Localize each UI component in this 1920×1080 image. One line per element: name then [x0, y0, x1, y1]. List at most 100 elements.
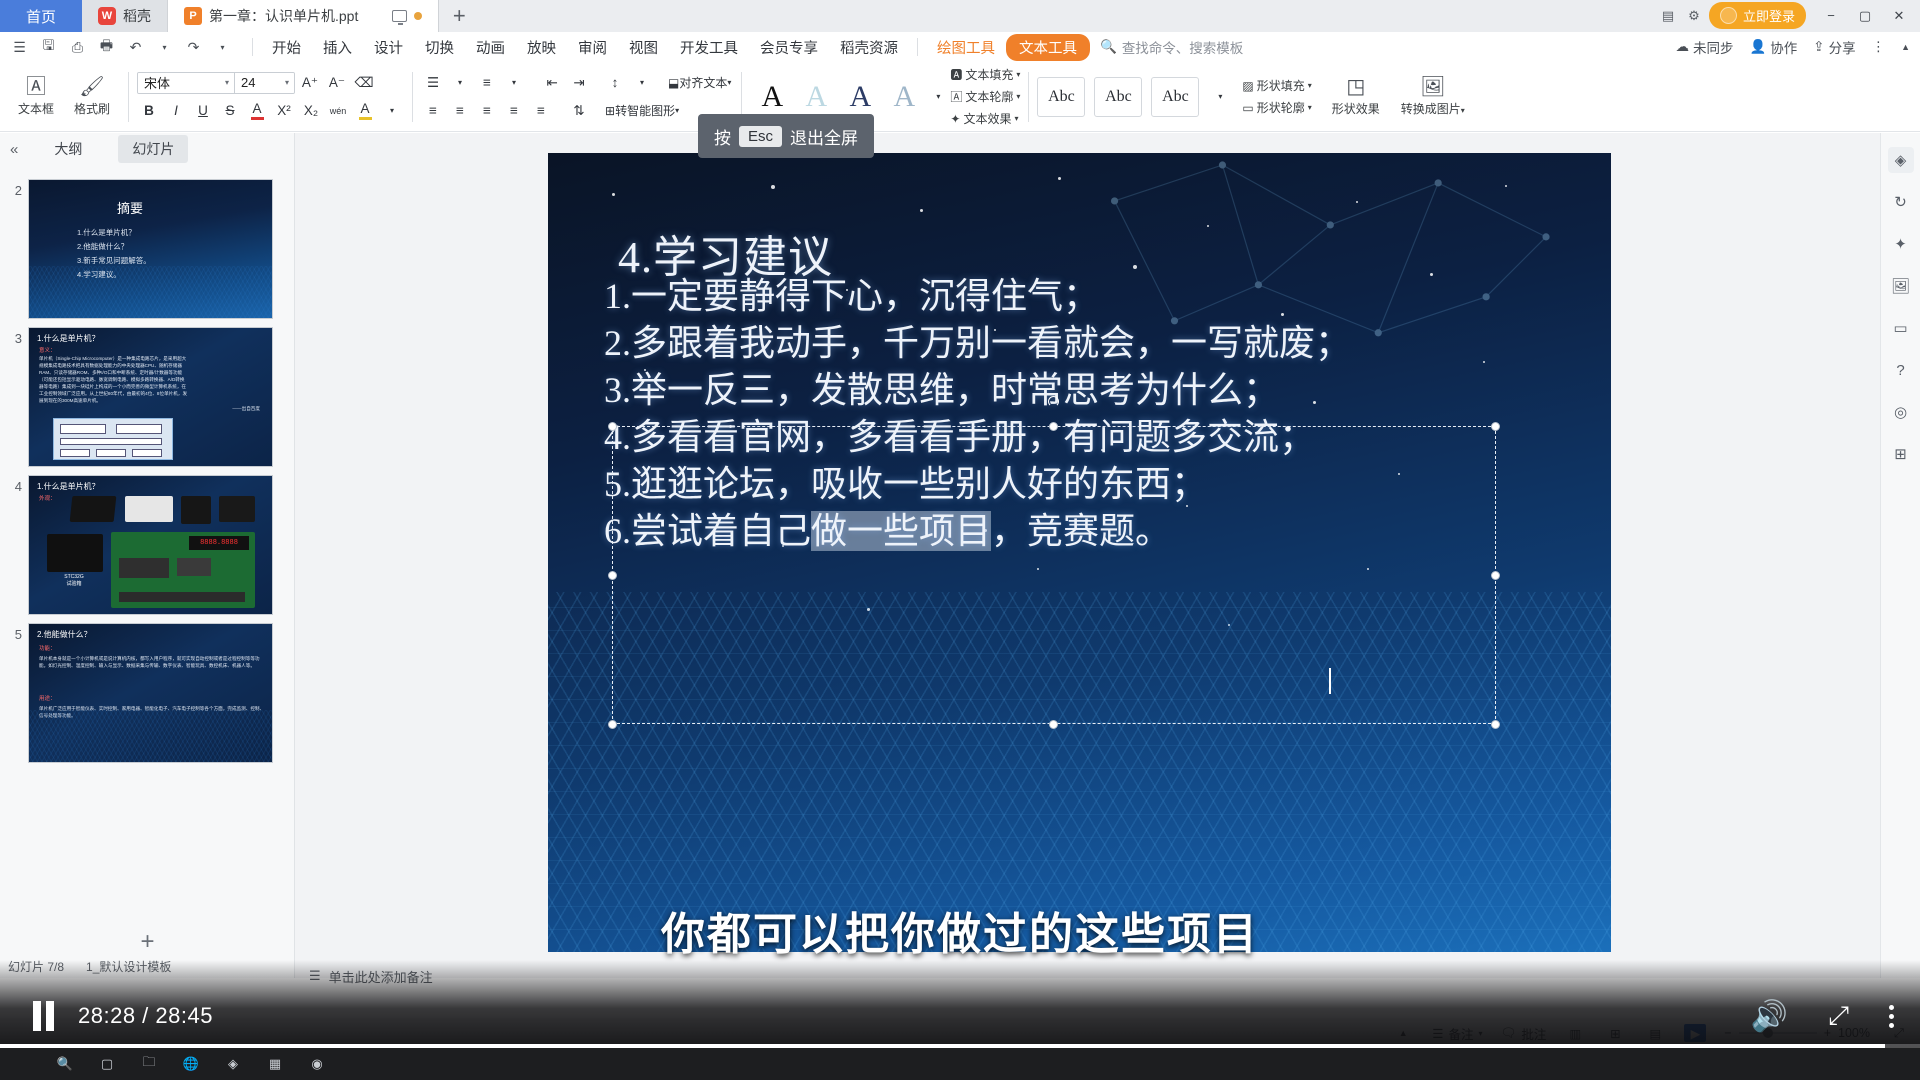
undo-dropdown-icon[interactable]: ▾: [151, 34, 178, 60]
pause-button[interactable]: [26, 999, 60, 1033]
chevron-up-icon[interactable]: ▲: [1901, 42, 1910, 52]
italic-button[interactable]: I: [164, 99, 188, 122]
numbering-caret-icon[interactable]: ▾: [502, 71, 526, 94]
rotate-handle[interactable]: [1048, 396, 1059, 407]
image-icon[interactable]: 🖼: [1888, 273, 1914, 299]
resize-handle-nw[interactable]: [608, 422, 617, 431]
align-text-button[interactable]: ⬓ 对齐文本 ▾: [666, 71, 733, 94]
menu-tab-resources[interactable]: 稻壳资源: [829, 33, 909, 62]
resize-handle-ne[interactable]: [1491, 422, 1500, 431]
wordart-style-2[interactable]: A: [794, 75, 838, 119]
menu-tab-member[interactable]: 会员专享: [749, 33, 829, 62]
strikethrough-button[interactable]: S: [218, 99, 242, 122]
numbering-button[interactable]: ≡: [475, 71, 499, 94]
chevron-down-icon[interactable]: ▾: [285, 78, 289, 87]
volume-icon[interactable]: 🔊: [1751, 999, 1788, 1034]
share-button[interactable]: ⇪ 分享: [1813, 37, 1855, 57]
resize-handle-e[interactable]: [1491, 571, 1500, 580]
resize-handle-se[interactable]: [1491, 720, 1500, 729]
chevron-down-icon[interactable]: ▾: [225, 78, 229, 87]
customize-icon[interactable]: ▾: [209, 34, 236, 60]
exit-fullscreen-icon[interactable]: ⤢: [1828, 1000, 1849, 1032]
font-size-input[interactable]: 24 ▾: [234, 72, 294, 93]
menu-tab-text-tools[interactable]: 文本工具: [1006, 33, 1090, 61]
sync-status[interactable]: ☁ 未同步: [1675, 37, 1733, 57]
wps-menu-icon[interactable]: ☰: [6, 34, 33, 60]
thumbnail-preview[interactable]: 1.什么是单片机？ 意义： 单片机（Single-Chip Microcompu…: [28, 327, 273, 467]
redo-icon[interactable]: ↷: [180, 34, 207, 60]
shape-style-3[interactable]: Abc: [1151, 76, 1200, 117]
new-tab-button[interactable]: +: [439, 0, 479, 32]
highlight-button[interactable]: A: [353, 99, 377, 122]
menu-tab-developer[interactable]: 开发工具: [669, 33, 749, 62]
text-outline-row[interactable]: 🄰 文本轮廓 ▾: [950, 88, 1020, 105]
close-button[interactable]: ✕: [1884, 4, 1914, 28]
menu-tab-start[interactable]: 开始: [261, 33, 312, 62]
browser-icon[interactable]: 🌐: [180, 1053, 202, 1075]
tab-outline[interactable]: 大纲: [40, 135, 96, 163]
underline-button[interactable]: U: [191, 99, 215, 122]
resize-handle-w[interactable]: [608, 571, 617, 580]
pinyin-button[interactable]: wén: [326, 99, 350, 122]
thumbnail-item[interactable]: 3 1.什么是单片机？ 意义： 单片机（Single-Chip Microcom…: [0, 323, 295, 471]
convert-smartart-button[interactable]: ⊞ 转智能图形 ▾: [603, 99, 681, 122]
tab-presentation-file[interactable]: P 第一章：认识单片机.ppt: [168, 0, 440, 32]
collaborate-button[interactable]: 👤 协作: [1749, 37, 1797, 57]
shape-style-2[interactable]: Abc: [1094, 76, 1143, 117]
grow-font-button[interactable]: A⁺: [298, 71, 322, 94]
thumbnail-preview[interactable]: 2.他能做什么？ 功能： 单片机本身就是一个小计算机或是说计算机内核，都写入用户…: [28, 623, 273, 763]
more-vertical-icon[interactable]: [1889, 1004, 1894, 1028]
resize-handle-n[interactable]: [1049, 422, 1058, 431]
search-command[interactable]: 🔍 查找命令、搜索模板: [1100, 37, 1243, 57]
explorer-icon[interactable]: 🗀: [138, 1053, 160, 1075]
resize-handle-s[interactable]: [1049, 720, 1058, 729]
player-progress-track[interactable]: [0, 1044, 1920, 1048]
menu-tab-drawing-tools[interactable]: 绘图工具: [926, 33, 1006, 62]
shape-effect-button[interactable]: ◳ 形状效果: [1320, 66, 1392, 128]
more-menu-icon[interactable]: ⋮: [1872, 39, 1886, 55]
format-painter-button[interactable]: 🖌 格式刷: [64, 66, 120, 128]
thumbnail-preview[interactable]: 摘要 1.什么是单片机？ 2.他能做什么？ 3.新手常见问题解答。 4.学习建议…: [28, 179, 273, 319]
wordart-style-4[interactable]: A: [882, 75, 926, 119]
menu-tab-design[interactable]: 设计: [363, 33, 414, 62]
indent-decrease-button[interactable]: ⇤: [540, 71, 564, 94]
tab-settings-icon[interactable]: ⚙: [1683, 6, 1705, 26]
thumbnail-list[interactable]: 2 摘要 1.什么是单片机？ 2.他能做什么？ 3.新手常见问题解答。 4.学习…: [0, 175, 295, 926]
taskview-icon[interactable]: ▢: [96, 1053, 118, 1075]
app-icon[interactable]: ◈: [222, 1053, 244, 1075]
wordart-style-3[interactable]: A: [838, 75, 882, 119]
undo-icon[interactable]: ↶: [122, 34, 149, 60]
text-effect-row[interactable]: ✦ 文本效果 ▾: [950, 110, 1020, 127]
tab-daoke[interactable]: W 稻壳: [82, 0, 168, 32]
app-icon[interactable]: ◉: [306, 1053, 328, 1075]
thumbnail-item[interactable]: 2 摘要 1.什么是单片机？ 2.他能做什么？ 3.新手常见问题解答。 4.学习…: [0, 175, 295, 323]
font-name-input[interactable]: 宋体 ▾: [138, 72, 234, 93]
thumbnail-item[interactable]: 4 1.什么是单片机？ 外观： 8888.8888 STC32G 试验箱: [0, 471, 295, 619]
save-icon[interactable]: 🖫: [35, 34, 62, 60]
wordart-style-1[interactable]: A: [750, 75, 794, 119]
layout-toggle-icon[interactable]: ▤: [1657, 6, 1679, 26]
shell-icon[interactable]: ◈: [1887, 147, 1914, 173]
text-fill-row[interactable]: 🅰 文本填充 ▾: [950, 66, 1020, 83]
history-icon[interactable]: ↻: [1888, 189, 1914, 215]
textbox-button[interactable]: 🄰 文本框: [8, 66, 64, 128]
maximize-button[interactable]: ▢: [1850, 4, 1880, 28]
thumbnail-preview[interactable]: 1.什么是单片机？ 外观： 8888.8888 STC32G 试验箱: [28, 475, 273, 615]
star-icon[interactable]: ✦: [1888, 231, 1914, 257]
menu-tab-transition[interactable]: 切换: [414, 33, 465, 62]
shape-outline-row[interactable]: ▭ 形状轮廓 ▾: [1242, 99, 1311, 116]
menu-tab-insert[interactable]: 插入: [312, 33, 363, 62]
rect-icon[interactable]: ▭: [1888, 315, 1914, 341]
tab-slides[interactable]: 幻灯片: [118, 135, 189, 163]
wordart-more-icon[interactable]: ▾: [926, 85, 950, 108]
grid-icon[interactable]: ⊞: [1888, 441, 1914, 467]
bullets-button[interactable]: ☰: [421, 71, 445, 94]
clear-format-icon[interactable]: ⌫: [352, 71, 376, 94]
resize-handle-sw[interactable]: [608, 720, 617, 729]
print-preview-icon[interactable]: 🖶: [93, 34, 120, 60]
convert-image-button[interactable]: 🖼 转换成图片▾: [1392, 66, 1474, 128]
menu-tab-animation[interactable]: 动画: [465, 33, 516, 62]
search-icon[interactable]: 🔍: [54, 1053, 76, 1075]
align-right-button[interactable]: ≡: [475, 99, 499, 122]
home-tab[interactable]: 首页: [0, 0, 82, 32]
